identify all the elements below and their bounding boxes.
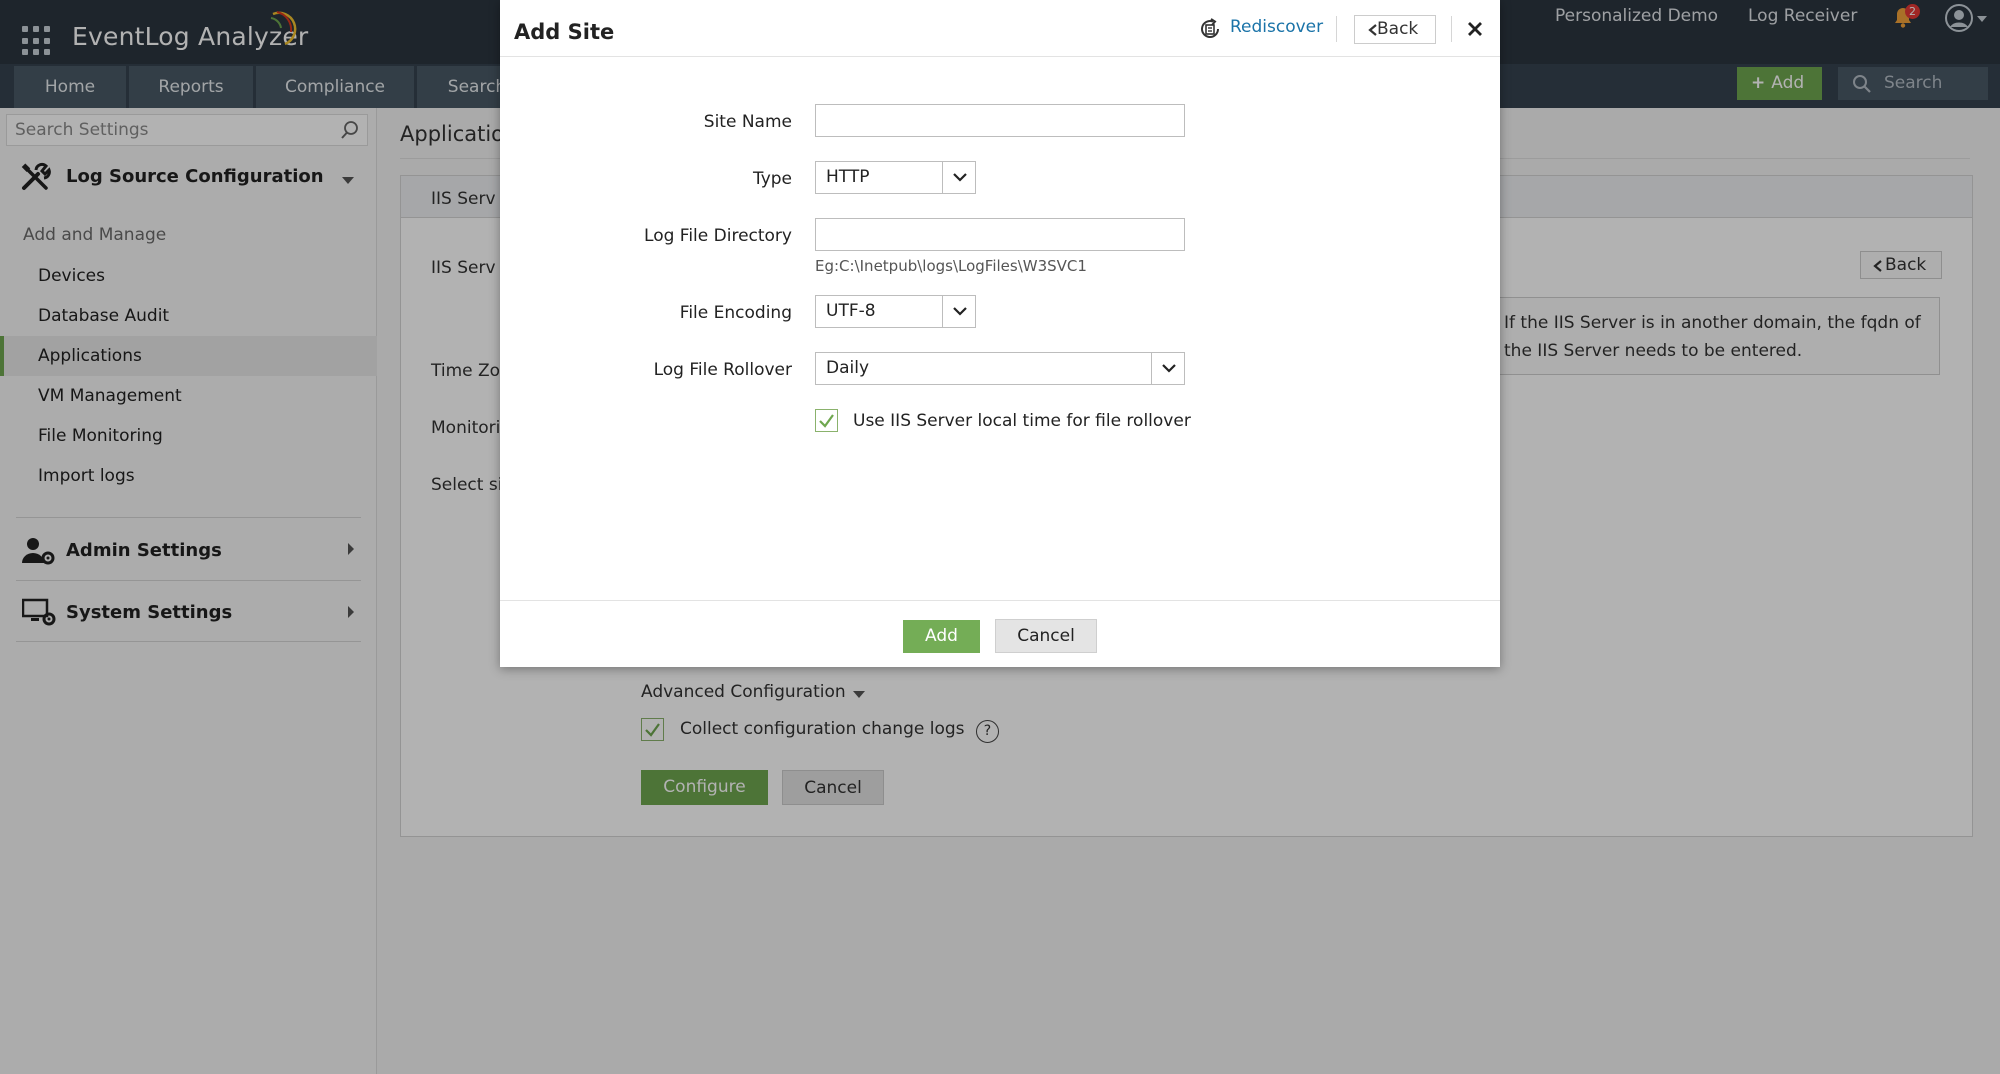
select-divider	[942, 162, 943, 193]
site-name-input[interactable]	[815, 104, 1185, 137]
chevron-down-icon	[953, 173, 967, 182]
log-file-rollover-select[interactable]: Daily	[815, 352, 1185, 385]
type-label: Type	[752, 169, 792, 189]
add-site-dialog	[500, 0, 1500, 667]
chevron-down-icon	[953, 307, 967, 316]
header-separator	[1451, 16, 1452, 42]
chevron-left-icon	[1368, 24, 1377, 36]
select-divider	[942, 296, 943, 327]
dialog-cancel-button[interactable]: Cancel	[995, 619, 1097, 653]
log-file-directory-label: Log File Directory	[644, 226, 792, 246]
local-time-rollover-checkbox[interactable]	[815, 409, 838, 432]
select-divider	[1151, 353, 1152, 384]
site-name-label: Site Name	[703, 112, 792, 132]
type-select-value: HTTP	[826, 167, 870, 187]
close-icon[interactable]	[1465, 19, 1485, 39]
dialog-back-button[interactable]: Back	[1354, 15, 1436, 44]
chevron-down-icon	[1162, 364, 1176, 373]
local-time-rollover-label: Use IIS Server local time for file rollo…	[853, 411, 1191, 431]
rediscover-icon[interactable]	[1198, 17, 1222, 41]
header-separator	[1336, 16, 1337, 42]
log-directory-hint: Eg:C:\Inetpub\logs\LogFiles\W3SVC1	[815, 257, 1087, 275]
log-file-rollover-value: Daily	[826, 358, 870, 378]
dialog-add-button[interactable]: Add	[903, 620, 980, 653]
dialog-header-divider	[500, 56, 1500, 57]
type-select[interactable]: HTTP	[815, 161, 976, 194]
log-file-directory-input[interactable]	[815, 218, 1185, 251]
file-encoding-select[interactable]: UTF-8	[815, 295, 976, 328]
dialog-title: Add Site	[514, 20, 615, 44]
file-encoding-label: File Encoding	[679, 303, 792, 323]
file-encoding-value: UTF-8	[826, 301, 876, 321]
log-file-rollover-label: Log File Rollover	[653, 360, 792, 380]
checkmark-icon	[819, 414, 834, 428]
rediscover-link[interactable]: Rediscover	[1230, 17, 1323, 37]
dialog-footer-divider	[500, 600, 1500, 601]
